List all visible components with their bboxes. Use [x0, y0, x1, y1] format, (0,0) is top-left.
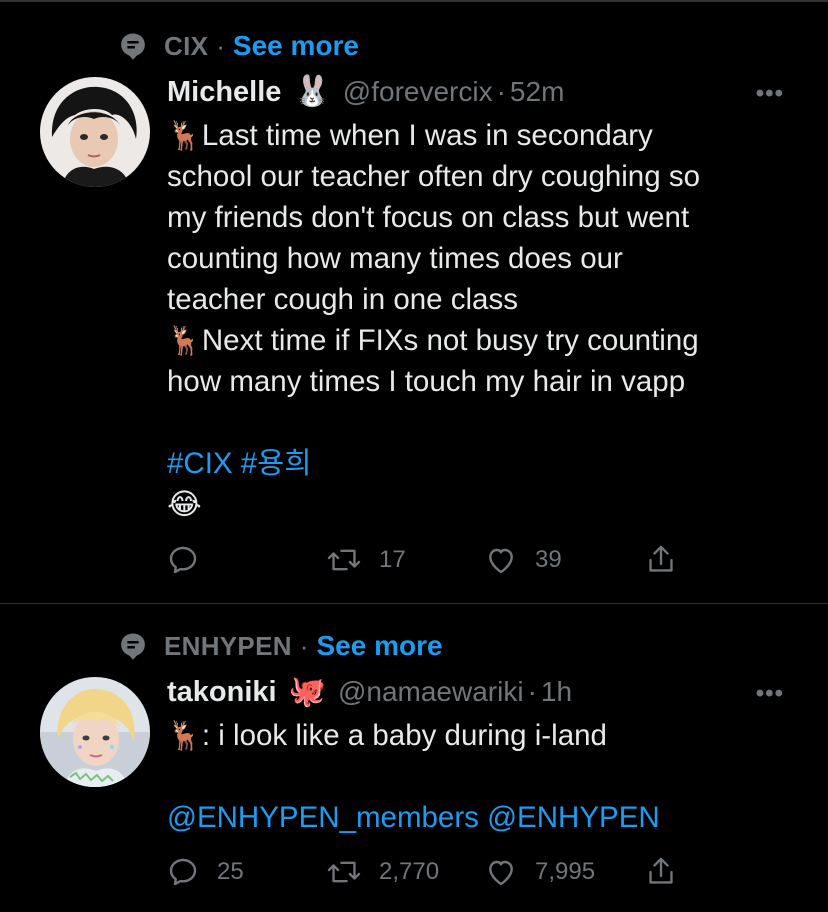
see-more-link[interactable]: See more: [316, 630, 442, 662]
text-line: 🦌Last time when I was in secondary: [167, 119, 653, 152]
reply-count: 25: [217, 858, 244, 885]
text-line: my friends don't focus on class but went: [167, 201, 690, 234]
heart-icon: [485, 544, 517, 576]
text-line: teacher cough in one class: [167, 283, 518, 316]
top-divider: [0, 0, 828, 2]
deer-emoji: 🦌: [167, 720, 202, 751]
avatar[interactable]: [40, 677, 150, 787]
retweet-count: 2,770: [379, 858, 440, 885]
topic-icon: [118, 31, 148, 61]
tweet-divider: [0, 603, 828, 604]
tweet-header: takoniki 🐙 @namaewariki · 1h: [167, 672, 572, 712]
tweet-time[interactable]: 1h: [541, 676, 572, 708]
name-emoji: 🐙: [288, 675, 326, 708]
share-icon: [645, 543, 677, 577]
see-more-link[interactable]: See more: [233, 30, 359, 62]
text-line: 🦌Next time if FIXs not busy try counting: [167, 324, 699, 357]
deer-emoji: 🦌: [167, 325, 202, 356]
mentions[interactable]: @ENHYPEN_members @ENHYPEN: [167, 797, 787, 838]
separator: ·: [496, 76, 506, 107]
more-options-icon[interactable]: •••: [756, 80, 784, 108]
author-name[interactable]: Michelle: [167, 76, 281, 109]
reply-icon: [167, 856, 199, 888]
like-button[interactable]: 39: [485, 540, 562, 580]
separator: ·: [527, 676, 537, 707]
tweet-text: 🦌Last time when I was in secondary schoo…: [167, 115, 787, 525]
reply-icon: [167, 544, 199, 576]
topic-label[interactable]: CIX: [164, 31, 208, 62]
text-line: school our teacher often dry coughing so: [167, 160, 700, 193]
separator: ·: [216, 30, 225, 61]
avatar[interactable]: [40, 77, 150, 187]
name-emoji: 🐰: [293, 75, 331, 108]
more-options-icon[interactable]: •••: [756, 680, 784, 708]
topic-label[interactable]: ENHYPEN: [164, 631, 292, 662]
retweet-icon: [327, 544, 361, 576]
social-context[interactable]: ENHYPEN · See more: [118, 630, 443, 662]
retweet-button[interactable]: 2,770: [327, 852, 439, 892]
tweet-actions: 25 2,770 7,995: [167, 852, 687, 892]
laughing-emoji: 😂: [167, 488, 202, 521]
reply-button[interactable]: [167, 540, 217, 580]
like-button[interactable]: 7,995: [485, 852, 595, 892]
separator: ·: [299, 630, 309, 661]
author-handle[interactable]: @namaewariki: [338, 676, 524, 708]
share-icon: [645, 855, 677, 889]
text-line: how many times I touch my hair in vapp: [167, 365, 686, 398]
text-line: counting how many times does our: [167, 242, 623, 275]
retweet-count: 17: [379, 546, 406, 573]
social-context[interactable]: CIX · See more: [118, 30, 359, 62]
share-button[interactable]: [645, 852, 677, 892]
tweet-text: 🦌: i look like a baby during i-land @ENH…: [167, 715, 787, 838]
retweet-button[interactable]: 17: [327, 540, 406, 580]
topic-icon: [118, 631, 148, 661]
share-button[interactable]: [645, 540, 677, 580]
like-count: 39: [535, 546, 562, 573]
retweet-icon: [327, 856, 361, 888]
author-name[interactable]: takoniki: [167, 676, 277, 709]
reply-button[interactable]: 25: [167, 852, 244, 892]
author-handle[interactable]: @forevercix: [343, 76, 493, 108]
tweet-header: Michelle 🐰 @forevercix · 52m: [167, 72, 564, 112]
heart-icon: [485, 856, 517, 888]
tweet-actions: 17 39: [167, 540, 687, 580]
tweet-time[interactable]: 52m: [510, 76, 564, 108]
like-count: 7,995: [535, 858, 596, 885]
hashtags[interactable]: #CIX #용희: [167, 443, 787, 484]
deer-emoji: 🦌: [167, 120, 202, 151]
text-line: 🦌: i look like a baby during i-land: [167, 719, 607, 752]
